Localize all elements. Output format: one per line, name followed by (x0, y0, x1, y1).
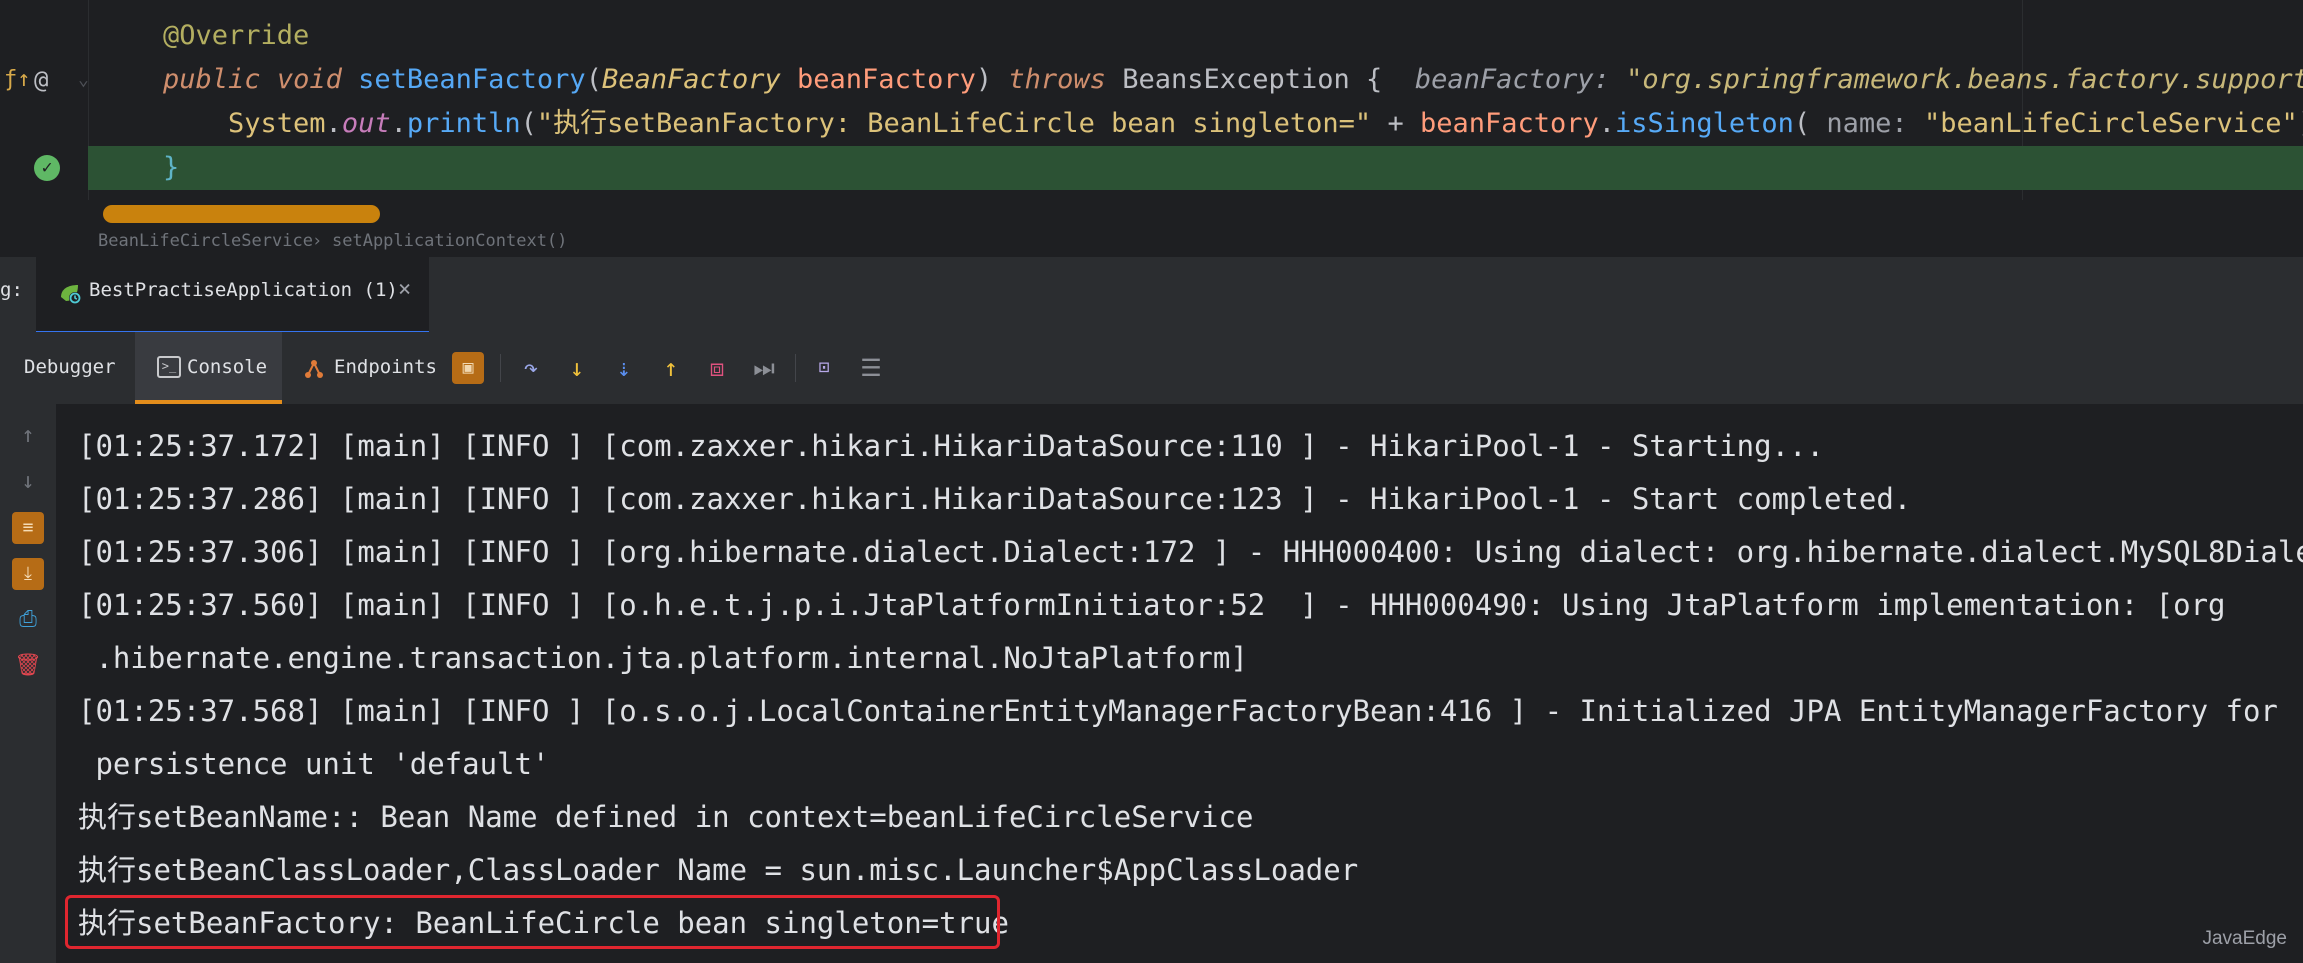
console-line: 执行setBeanClassLoader,ClassLoader Name = … (78, 853, 1359, 887)
inline-hint-beanfactory: beanFactory: (1414, 64, 1610, 95)
check-icon[interactable]: ✓ (34, 155, 60, 181)
closing-brace: } (163, 152, 180, 183)
console-line: [01:25:37.306] [main] [INFO ] [org.hiber… (78, 535, 2303, 569)
run-to-cursor-icon[interactable]: ⏭ (748, 352, 780, 384)
layout-settings-icon[interactable]: ▣ (452, 352, 484, 384)
force-step-into-icon[interactable]: ⇣ (608, 352, 640, 384)
override-annotation: @Override (163, 20, 310, 51)
breadcrumb-separator: › (312, 231, 323, 251)
inline-hint-value: "org.springframework.beans.factory.suppo… (1626, 64, 2303, 95)
step-over-icon[interactable]: ↷ (515, 352, 547, 384)
tab-endpoints-label: Endpoints (334, 356, 437, 378)
console-side-toolbar: ↑ ↓ ≡ ⤓ ⎙ 🗑 (0, 404, 56, 963)
trace-settings-icon[interactable]: ☰ (855, 352, 887, 384)
console-line: [01:25:37.560] [main] [INFO ] [o.h.e.t.j… (78, 588, 2226, 622)
watermark: JavaEdge (2202, 928, 2287, 949)
endpoints-icon (305, 360, 323, 378)
highlight-annotation-box (65, 895, 1000, 949)
console-line: [01:25:37.172] [main] [INFO ] [com.zaxxe… (78, 429, 1824, 463)
tab-debugger-label: Debugger (24, 356, 116, 378)
scroll-to-end-icon[interactable]: ⤓ (12, 558, 44, 590)
spring-boot-icon (61, 285, 81, 304)
tab-debugger[interactable]: Debugger (24, 332, 116, 404)
override-gutter-icon[interactable]: ƒ↑ (4, 58, 31, 102)
toolbar-separator (795, 354, 796, 382)
code-line-3: System.out.println("执行setBeanFactory: Be… (0, 102, 2303, 146)
code-line-4: ✓ } (0, 146, 2303, 190)
tab-console-label: Console (187, 356, 268, 378)
debug-panel-label: g: (0, 279, 23, 301)
scroll-down-icon[interactable]: ↓ (12, 466, 44, 498)
horizontal-scrollbar[interactable] (103, 205, 380, 223)
fold-icon[interactable]: ⌄ (78, 58, 89, 102)
breadcrumb-class[interactable]: BeanLifeCircleService (98, 226, 313, 256)
run-tab-bestpractise[interactable]: BestPractiseApplication (1) × (36, 257, 429, 334)
step-into-icon[interactable]: ↓ (561, 352, 593, 384)
console-line: persistence unit 'default' (78, 747, 550, 781)
console-icon: >_ (157, 356, 181, 378)
tab-endpoints[interactable]: Endpoints (300, 332, 440, 404)
console-panel[interactable]: ↑ ↓ ≡ ⤓ ⎙ 🗑 [01:25:37.172] [main] [INFO … (0, 404, 2303, 963)
debug-run-tabs: g: BestPractiseApplication (1) × (0, 256, 2303, 334)
console-line: [01:25:37.286] [main] [INFO ] [com.zaxxe… (78, 482, 1912, 516)
println-statement: System.out.println("执行setBeanFactory: Be… (228, 108, 2303, 139)
code-line-2: ƒ↑ @ ⌄ public void setBeanFactory(BeanFa… (0, 58, 2303, 102)
console-line: .hibernate.engine.transaction.jta.platfo… (78, 641, 1248, 675)
run-tab-label: BestPractiseApplication (1) (89, 279, 398, 301)
inline-hint-name: name: (1826, 108, 1908, 139)
evaluate-expression-icon[interactable]: ⊡ (808, 352, 840, 384)
close-icon[interactable]: × (398, 277, 411, 302)
breadcrumb-method[interactable]: setApplicationContext() (332, 226, 567, 256)
breadcrumb: BeanLifeCircleService › setApplicationCo… (0, 226, 2303, 256)
clear-all-icon[interactable]: 🗑 (12, 650, 44, 682)
code-editor[interactable]: @Override ƒ↑ @ ⌄ public void setBeanFact… (0, 0, 2303, 223)
step-out-icon[interactable]: ↑ (655, 352, 687, 384)
tab-console[interactable]: >_ Console (135, 332, 282, 404)
toolbar-separator (500, 354, 501, 382)
drop-frame-icon[interactable]: ⧈ (701, 352, 733, 384)
code-line-1: @Override (0, 14, 2303, 58)
annotation-gutter-icon[interactable]: @ (34, 58, 48, 102)
scroll-up-icon[interactable]: ↑ (12, 420, 44, 452)
method-signature: public void setBeanFactory(BeanFactory b… (163, 58, 2303, 102)
console-line: [01:25:37.568] [main] [INFO ] [o.s.o.j.L… (78, 694, 2278, 728)
soft-wrap-icon[interactable]: ≡ (12, 512, 44, 544)
debugger-toolbar: Debugger >_ Console Endpoints ▣ ↷ ↓ ⇣ ↑ … (0, 332, 2303, 404)
console-line: 执行setBeanName:: Bean Name defined in con… (78, 800, 1254, 834)
print-icon[interactable]: ⎙ (12, 604, 44, 636)
